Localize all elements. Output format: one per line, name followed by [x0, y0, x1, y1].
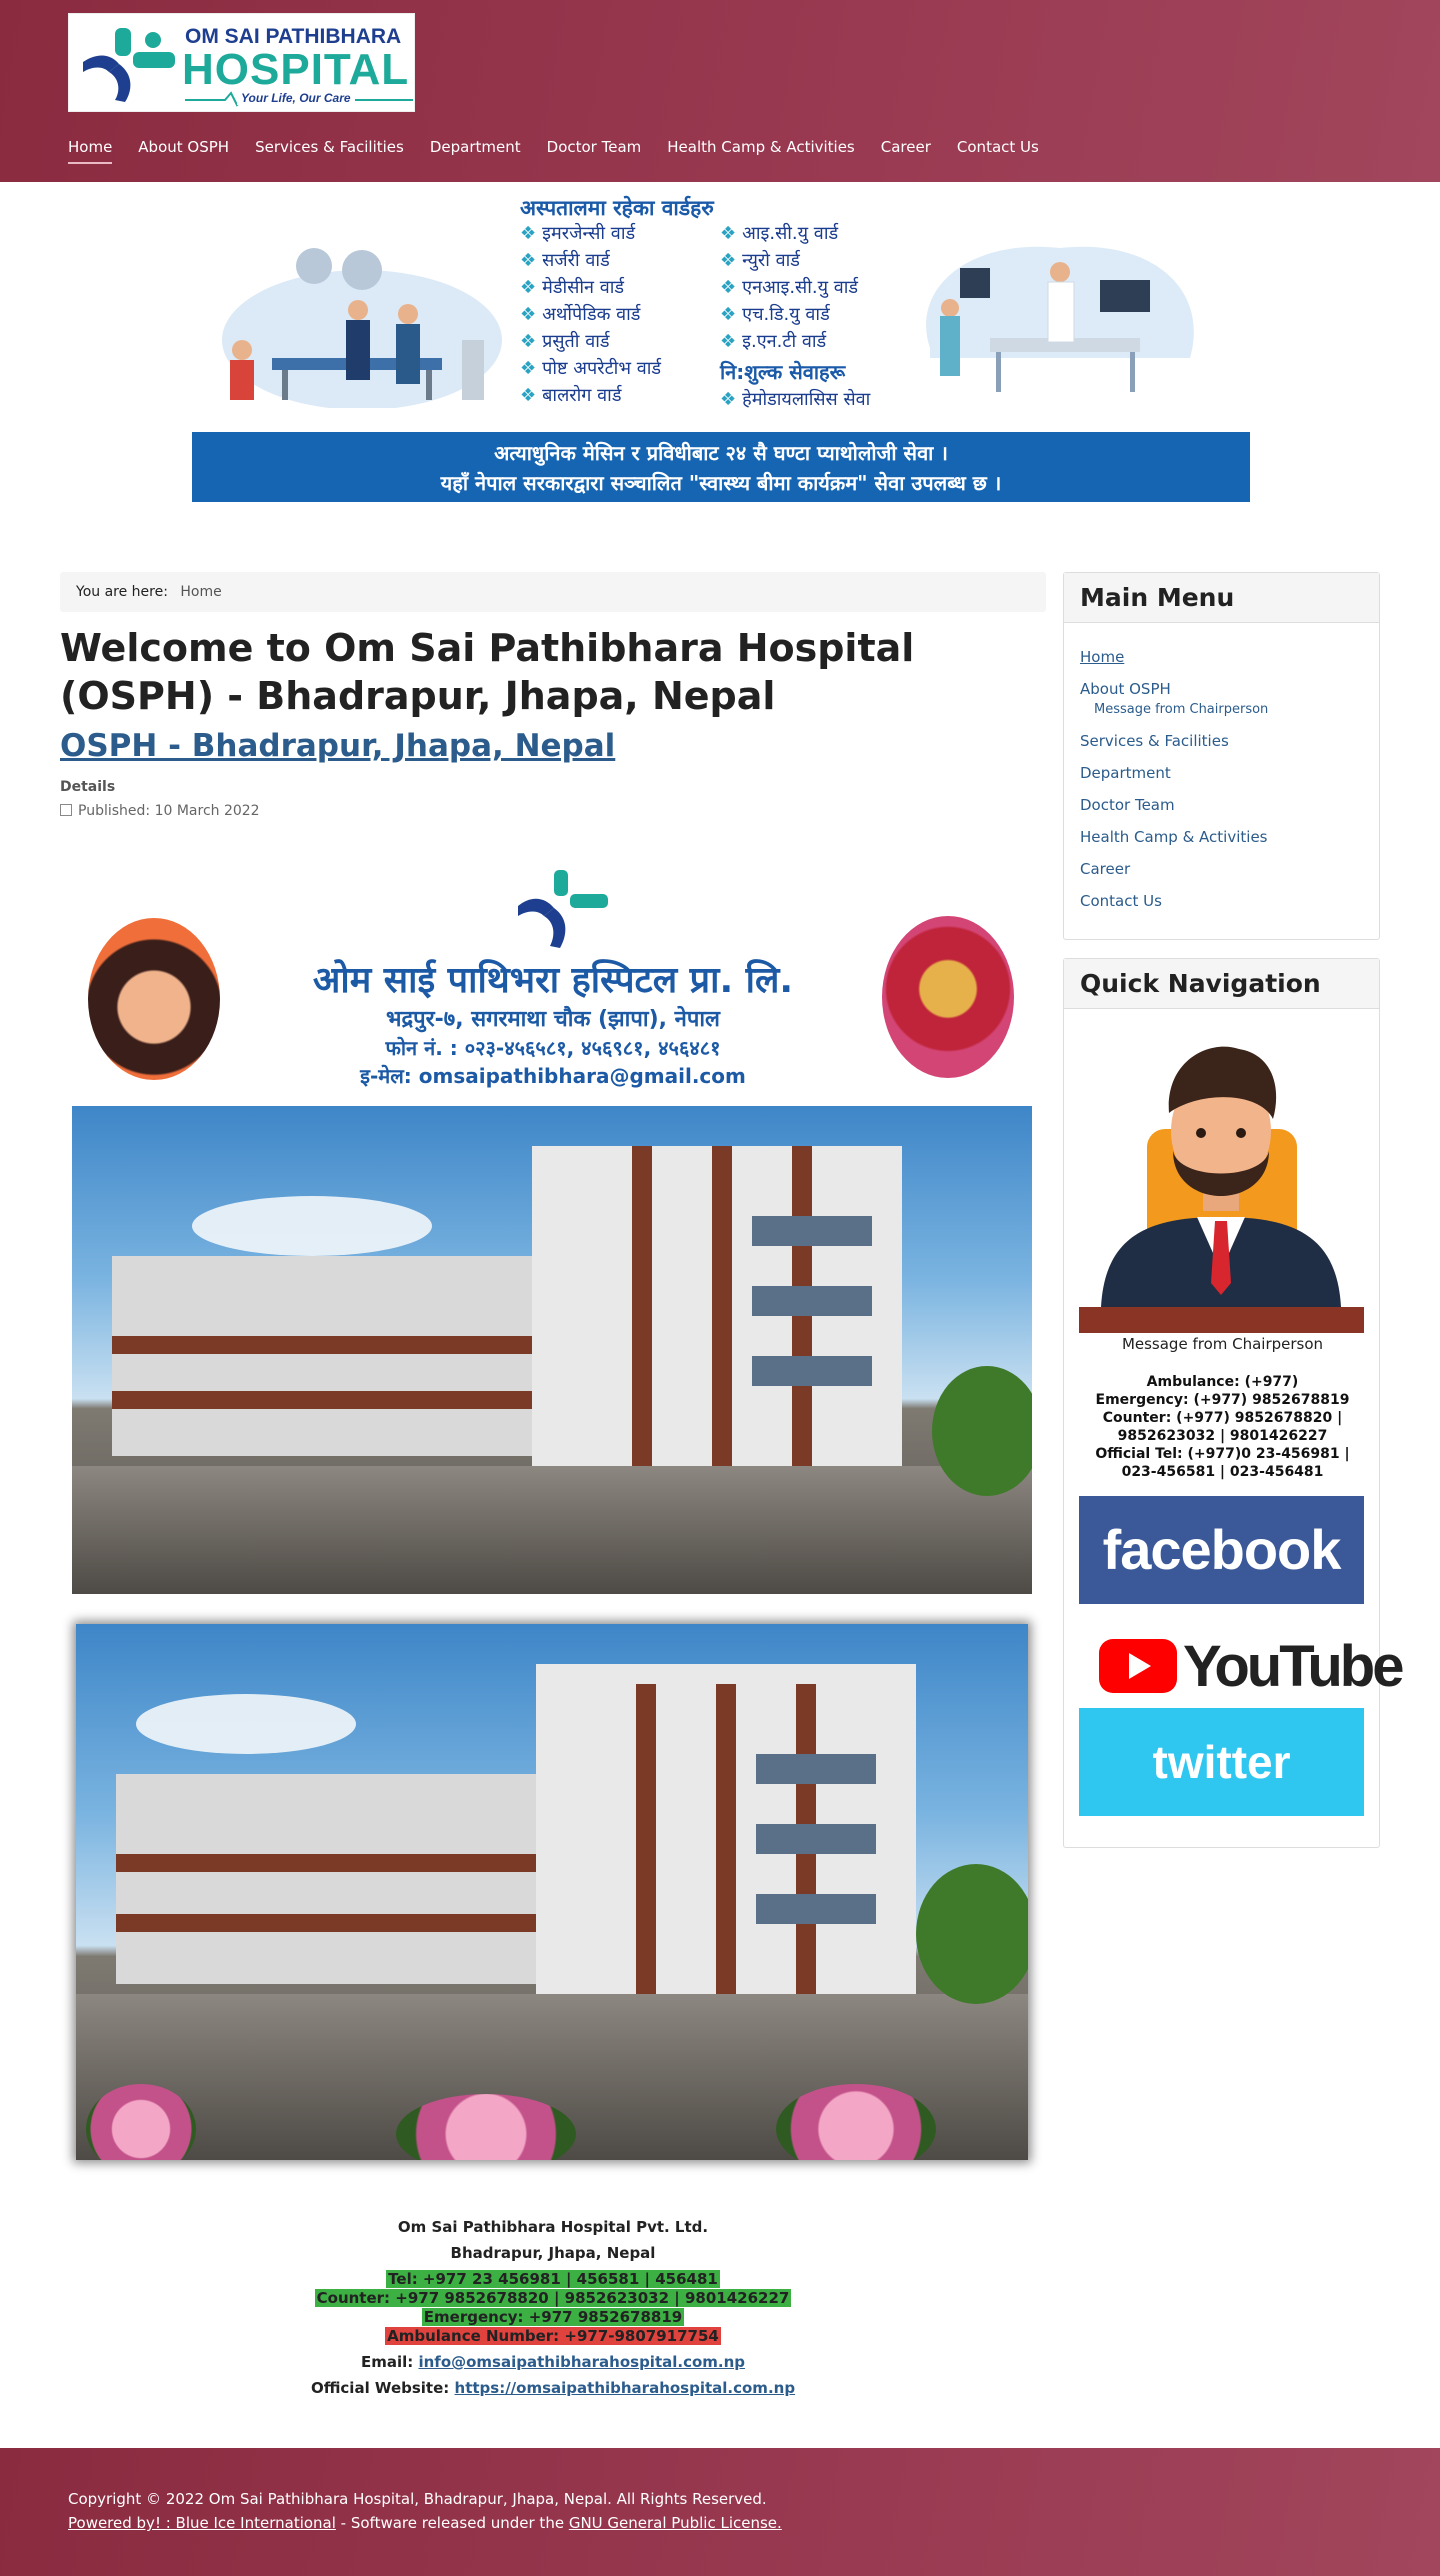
website-line: Official Website: https://omsaipathibhar… [310, 2379, 796, 2397]
nav-health-camp[interactable]: Health Camp & Activities [667, 138, 855, 164]
nav-home[interactable]: Home [68, 138, 113, 164]
nav-contact[interactable]: Contact Us [957, 138, 1039, 164]
menu-item-contact[interactable]: Contact Us [1080, 885, 1363, 917]
menu-item-department[interactable]: Department [1080, 757, 1363, 789]
nav-about[interactable]: About OSPH [138, 138, 229, 164]
letterhead-address: भद्रपुर-७, सगरमाथा चौक (झापा), नेपाल [386, 1007, 720, 1032]
twitter-button[interactable]: twitter [1079, 1708, 1364, 1816]
ward-item: ❖ इमरजेन्सी वार्ड [520, 223, 636, 244]
menu-item-doctor-team[interactable]: Doctor Team [1080, 789, 1363, 821]
ward-item: ❖ सर्जरी वार्ड [520, 250, 610, 271]
quick-navigation-panel: Quick Navigation Message from Chairperso… [1063, 958, 1404, 1848]
letterhead-name: ओम साई पाथिभरा हस्पिटल प्रा. लि. [312, 960, 794, 1001]
website-link[interactable]: https://omsaipathibharahospital.com.np [455, 2379, 796, 2397]
ward-item: ❖ प्रसुती वार्ड [520, 331, 610, 352]
youtube-button[interactable]: YouTube [1079, 1619, 1404, 1711]
main-menu-panel: Main Menu Home About OSPH Message from C… [1063, 572, 1380, 940]
strip-line2: यहाँ नेपाल सरकारद्वारा सञ्चालित "स्वास्थ… [440, 471, 1002, 495]
software-text: - Software released under the [335, 2514, 569, 2532]
page-title: Welcome to Om Sai Pathibhara Hospital (O… [60, 626, 915, 718]
ward-item: ❖ एनआइ.सी.यु वार्ड [720, 277, 859, 298]
wards-left-list: ❖ इमरजेन्सी वार्ड ❖ सर्जरी वार्ड ❖ मेडीसीन … [520, 220, 661, 409]
breadcrumb: You are here: Home [60, 572, 1046, 612]
nav-services[interactable]: Services & Facilities [255, 138, 404, 164]
counter-line: Counter: +977 9852678820 | 9852623032 | … [314, 2289, 792, 2307]
main-nav: Home About OSPH Services & Facilities De… [68, 138, 1065, 164]
ambulance-line: Ambulance Number: +977-9807917754 [385, 2327, 721, 2345]
hospital-letterhead: ओम साई पाथिभरा हस्पिटल प्रा. लि. भद्रपुर… [72, 858, 1032, 1094]
powered-by-link[interactable]: Powered by! : Blue Ice International [68, 2514, 336, 2532]
ward-item: ❖ बालरोग वार्ड [520, 385, 622, 406]
menu-item-chairperson[interactable]: Message from Chairperson [1080, 701, 1363, 719]
published-date: Published: 10 March 2022 [60, 803, 260, 819]
letterhead-phone: फोन नं. : ०२३-४५६५८१, ४५६९८१, ४५६४८१ [385, 1036, 721, 1060]
contact-counter: Counter: (+977) 9852678820 | 9852623032 … [1102, 1410, 1343, 1444]
ward-item: ❖ मेडीसीन वार्ड [520, 277, 625, 298]
wards-banner: अस्पतालमा रहेका वार्डहरु ❖ इमरजेन्सी वार्… [192, 190, 1250, 502]
contact-emergency: Emergency: (+977) 9852678819 [1095, 1392, 1350, 1408]
youtube-wordmark: YouTube [1183, 1634, 1404, 1699]
free-services-title: नि:शुल्क सेवाहरू [720, 360, 846, 384]
ward-item: ❖ इ.एन.टी वार्ड [720, 331, 827, 352]
facebook-button[interactable]: facebook [1079, 1496, 1364, 1604]
nav-career[interactable]: Career [881, 138, 931, 164]
hospital-building-image [72, 1106, 1032, 1594]
breadcrumb-label: You are here: [76, 584, 168, 600]
free-service-item: ❖ हेमोडायलासिस सेवा [720, 389, 871, 410]
email-link[interactable]: info@omsaipathibharahospital.com.np [418, 2353, 745, 2371]
email-line: Email: info@omsaipathibharahospital.com.… [360, 2353, 746, 2371]
site-footer: Copyright © 2022 Om Sai Pathibhara Hospi… [0, 2448, 1440, 2576]
chairperson-avatar-icon[interactable] [1079, 1021, 1364, 1333]
main-menu-title: Main Menu [1064, 573, 1379, 623]
nav-doctor-team[interactable]: Doctor Team [547, 138, 642, 164]
main-menu-list: Home About OSPH Message from Chairperson… [1064, 623, 1379, 935]
details-label: Details [60, 779, 116, 795]
services-strip: अत्याधुनिक मेसिन र प्रविधीबाट २४ सै घण्ट… [192, 432, 1250, 502]
logo-line2: HOSPITAL [182, 45, 410, 94]
ward-item: ❖ पोष्ट अपरेटीभ वार्ड [520, 358, 662, 379]
nav-department[interactable]: Department [430, 138, 521, 164]
contact-ambulance: Ambulance: (+977) [1146, 1374, 1299, 1390]
cross-logo-icon [518, 870, 608, 948]
ward-item: ❖ आइ.सी.यु वार्ड [720, 223, 839, 244]
tel-line: Tel: +977 23 456981 | 456581 | 456481 [386, 2270, 720, 2288]
ward-item: ❖ एच.डि.यु वार्ड [720, 304, 830, 325]
company-address: Bhadrapur, Jhapa, Nepal [450, 2244, 656, 2262]
menu-item-career[interactable]: Career [1080, 853, 1363, 885]
hospital-logo[interactable]: OM SAI PATHIBHARA HOSPITAL Your Life, Ou… [68, 13, 415, 112]
surgery-illustration-icon [222, 248, 502, 408]
logo-tagline: Your Life, Our Care [237, 91, 355, 105]
menu-item-health-camp[interactable]: Health Camp & Activities [1080, 821, 1363, 853]
contact-info-block: Om Sai Pathibhara Hospital Pvt. Ltd. Bha… [60, 2218, 1046, 2398]
deity-portrait [882, 916, 1014, 1078]
company-name: Om Sai Pathibhara Hospital Pvt. Ltd. [397, 2218, 709, 2236]
hospital-building-image-2 [76, 1624, 1028, 2160]
quick-contacts: Ambulance: (+977) Emergency: (+977) 9852… [1076, 1373, 1369, 1481]
emergency-line: Emergency: +977 9852678819 [421, 2308, 685, 2326]
free-services-list: ❖ हेमोडायलासिस सेवा [720, 386, 870, 413]
sai-baba-portrait [88, 918, 220, 1080]
menu-item-services[interactable]: Services & Facilities [1080, 725, 1363, 757]
breadcrumb-home[interactable]: Home [180, 584, 221, 600]
ward-item: ❖ अर्थोपेडिक वार्ड [520, 304, 641, 325]
icu-illustration-icon [926, 246, 1194, 392]
strip-line1: अत्याधुनिक मेसिन र प्रविधीबाट २४ सै घण्ट… [494, 441, 948, 465]
cross-logo-icon [83, 28, 175, 102]
calendar-icon [60, 804, 72, 816]
quick-nav-title: Quick Navigation [1064, 959, 1379, 1009]
copyright-text: Copyright © 2022 Om Sai Pathibhara Hospi… [68, 2490, 767, 2508]
wards-right-list: ❖ आइ.सी.यु वार्ड ❖ न्युरो वार्ड ❖ एनआइ.सी.य… [720, 220, 858, 355]
message-from-chairperson-link[interactable]: Message from Chairperson [1064, 1335, 1381, 1353]
banner-title: अस्पतालमा रहेका वार्डहरु [520, 196, 714, 220]
ward-item: ❖ न्युरो वार्ड [720, 250, 800, 271]
gnu-license-link[interactable]: GNU General Public License. [569, 2514, 782, 2532]
powered-by-line: Powered by! : Blue Ice International - S… [68, 2514, 782, 2532]
site-header: OM SAI PATHIBHARA HOSPITAL Your Life, Ou… [0, 0, 1440, 182]
article-subtitle-link[interactable]: OSPH - Bhadrapur, Jhapa, Nepal [60, 728, 615, 764]
contact-official-tel: Official Tel: (+977)0 23-456981 | 023-45… [1095, 1446, 1350, 1480]
letterhead-email: इ-मेल: omsaipathibhara@gmail.com [360, 1064, 746, 1088]
menu-item-home[interactable]: Home [1080, 641, 1363, 673]
